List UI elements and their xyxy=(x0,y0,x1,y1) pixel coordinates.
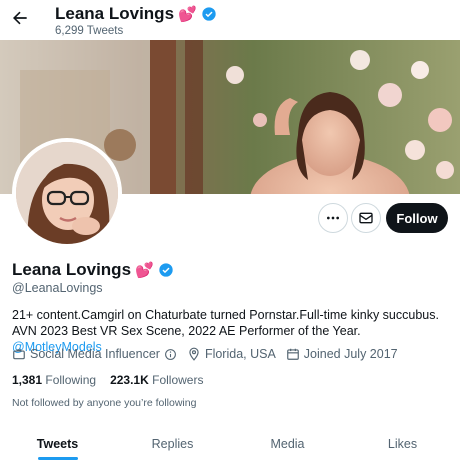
avatar[interactable] xyxy=(12,138,122,248)
verified-badge-icon xyxy=(202,7,216,21)
joined-item: Joined July 2017 xyxy=(286,347,398,361)
info-icon[interactable] xyxy=(164,348,177,361)
following-link[interactable]: 1,381 Following xyxy=(12,373,96,387)
header-name: Leana Lovings xyxy=(55,4,175,23)
follow-button[interactable]: Follow xyxy=(386,203,448,233)
location-item: Florida, USA xyxy=(187,347,276,361)
top-bar: Leana Lovings 💕 6,299 Tweets xyxy=(0,0,460,40)
follow-counts: 1,381 Following 223.1K Followers xyxy=(12,373,203,387)
mail-icon xyxy=(359,212,373,224)
followers-link[interactable]: 223.1K Followers xyxy=(110,373,203,387)
back-arrow-icon[interactable] xyxy=(10,8,30,28)
tab-media[interactable]: Media xyxy=(230,428,345,460)
heart-emoji: 💕 xyxy=(135,262,154,279)
display-name: Leana Lovings xyxy=(12,260,132,279)
following-count: 1,381 xyxy=(12,373,43,387)
following-label: Following xyxy=(45,373,97,387)
verified-badge-icon[interactable] xyxy=(158,262,174,278)
followers-label: Followers xyxy=(152,373,204,387)
heart-emoji: 💕 xyxy=(178,6,197,23)
not-followed-note: Not followed by anyone you’re following xyxy=(12,397,197,409)
more-icon xyxy=(327,216,339,220)
header-title: Leana Lovings 💕 xyxy=(55,4,217,24)
location-label: Florida, USA xyxy=(204,347,276,361)
bio-text: 21+ content.Camgirl on Chaturbate turned… xyxy=(12,308,439,338)
tab-replies[interactable]: Replies xyxy=(115,428,230,460)
tab-tweets[interactable]: Tweets xyxy=(0,428,115,460)
tweet-count: 6,299 Tweets xyxy=(55,25,124,37)
more-button[interactable] xyxy=(318,203,348,233)
profile-tabs: Tweets Replies Media Likes xyxy=(0,428,460,460)
profile-name: Leana Lovings 💕 xyxy=(12,260,174,280)
briefcase-icon xyxy=(13,349,25,360)
profile-meta: Social Media Influencer Florida, USA Joi… xyxy=(12,347,408,361)
calendar-icon xyxy=(286,348,299,360)
avatar-photo xyxy=(16,142,118,244)
tab-likes[interactable]: Likes xyxy=(345,428,460,460)
message-button[interactable] xyxy=(351,203,381,233)
category-label: Social Media Influencer xyxy=(30,347,160,361)
joined-label: Joined July 2017 xyxy=(303,347,398,361)
category-item: Social Media Influencer xyxy=(12,347,177,361)
profile-handle: @LeanaLovings xyxy=(12,281,103,295)
location-pin-icon xyxy=(189,347,199,361)
followers-count: 223.1K xyxy=(110,373,149,387)
